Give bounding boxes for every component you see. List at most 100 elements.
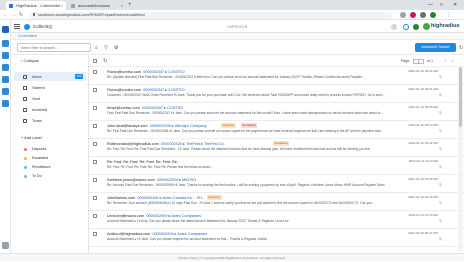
tag-escalated[interactable]: Escalated — [241, 123, 258, 128]
scrollbar-thumb[interactable] — [459, 67, 462, 127]
profile-avatar-icon[interactable] — [430, 12, 436, 18]
sidebar-item-trash[interactable]: Trash — [14, 116, 86, 125]
home-icon[interactable] — [2, 26, 9, 33]
search-input[interactable] — [17, 43, 91, 52]
bookmark-star-icon[interactable] — [400, 12, 406, 18]
email-subject: Re: First Past Due Reminder - 0000002436… — [107, 129, 384, 133]
attachment-icon: ⎘ — [439, 147, 442, 151]
collapse-button[interactable]: ‹ Collapse — [21, 58, 39, 64]
email-account[interactable]: 0000002436 ▸ Wendy's Company — [150, 124, 207, 128]
sidebar-item-starred[interactable]: Starred — [14, 83, 86, 92]
email-row[interactable]: Florau@contso.com 0000002347 ▸ CONTSO Cu… — [89, 85, 464, 103]
email-date: 2022-01-12 08:55 AM — [408, 105, 438, 109]
label-item-disputes[interactable]: Disputes — [14, 145, 86, 153]
row-checkbox[interactable] — [93, 214, 97, 218]
extension-icon[interactable] — [410, 12, 416, 18]
tag-disputes[interactable]: Disputes — [207, 195, 222, 200]
extensions-puzzle-icon[interactable] — [420, 12, 426, 18]
brand-logo-icon — [423, 23, 430, 30]
email-row[interactable]: Re: Fwd: Re: Fwd: Re: Fwd: Re: Fwd: Re: … — [89, 157, 464, 175]
email-row[interactable]: Rollerzchand@highradius.com 0000002420 ▸… — [89, 139, 464, 157]
tag-escalated[interactable]: Escalated — [273, 141, 290, 146]
email-date: 2022-01-10 04:03 PM — [408, 177, 438, 181]
email-account[interactable]: 0000002909 ▸ Aztec Companies — [146, 214, 201, 218]
advanced-search-button[interactable]: Advanced Search — [415, 43, 456, 52]
email-row[interactable]: John.deal@tamsys.com 0000002436 ▸ Wendy'… — [89, 121, 464, 139]
label-name: Escalated — [32, 156, 49, 160]
user-avatar[interactable] — [413, 23, 419, 30]
sidebar-item-label: Sent — [32, 96, 41, 101]
app-title: CollectIQ — [33, 24, 52, 29]
notifications-icon[interactable] — [391, 23, 397, 30]
tag-disputes[interactable]: Disputes — [221, 123, 236, 128]
email-account[interactable]: 0000002347 ▸ CONTSO — [143, 70, 184, 74]
app-header: INPROCS CollectIQ highradius — [11, 20, 464, 33]
email-account[interactable]: 0000002420 ▸ TheFirst ▸ TheFirst Co. — [161, 142, 225, 146]
prev-page-icon[interactable]: ‹ — [445, 55, 446, 67]
search-icon[interactable]: ⌕ — [95, 45, 98, 51]
help-circle-icon[interactable] — [403, 23, 409, 30]
email-account[interactable]: 0000004406 ▸ Aztec Canada Inc. - PH... — [137, 196, 205, 200]
email-account[interactable]: 0000002909 ▸ Aztec Companies — [152, 232, 207, 236]
new-tab-button[interactable]: + — [128, 1, 132, 9]
filter-icon[interactable]: ▽ — [104, 45, 108, 51]
browser-menu-icon[interactable]: ⋮ — [446, 11, 451, 19]
row-checkbox[interactable] — [93, 160, 97, 164]
email-row[interactable]: Amyx@contso.com 0000002347 ▸ CONTSO Fwd:… — [89, 103, 464, 121]
email-date: 2022-01-12 09:21 AM — [408, 87, 438, 91]
collapse-label: Collapse — [23, 58, 40, 63]
page-number-input[interactable]: 1 — [413, 58, 424, 64]
email-account[interactable]: 0000002347 ▸ CONTSO — [143, 88, 184, 92]
cloud-icon[interactable] — [2, 88, 9, 95]
attachment-icon: ⎘ — [439, 201, 442, 205]
email-row[interactable]: Florau@contso.com 0000002347 ▸ CONTSO Re… — [89, 67, 464, 85]
refresh-list-icon[interactable]: ↻ — [103, 58, 107, 64]
label-item-todo[interactable]: To Do — [14, 172, 86, 180]
email-icon[interactable] — [2, 40, 9, 47]
row-checkbox[interactable] — [93, 232, 97, 236]
next-page-icon[interactable]: › — [452, 55, 453, 67]
row-checkbox[interactable] — [93, 196, 97, 200]
email-row[interactable]: Kathleen.jones@macro.com 0000002909 ▸ MA… — [89, 175, 464, 193]
label-item-escalated[interactable]: Escalated — [14, 154, 86, 162]
row-checkbox[interactable] — [93, 106, 97, 110]
browser-tab[interactable]: accounts/Invoices × — [68, 1, 126, 10]
label-dot-icon — [24, 156, 27, 160]
row-checkbox[interactable] — [93, 178, 97, 182]
email-account[interactable]: 0000002347 ▸ CONTSO — [142, 106, 183, 110]
close-tab-icon[interactable]: × — [121, 1, 123, 10]
sidebar-item-inbox[interactable]: Inbox 100 — [14, 72, 86, 81]
email-account[interactable]: 0000002909 ▸ MACRO — [157, 178, 196, 182]
email-row[interactable]: Lena.lee@macro.com 0000002909 ▸ Aztec Co… — [89, 211, 464, 229]
minimize-button[interactable]: — — [428, 0, 433, 10]
help-icon[interactable] — [2, 242, 9, 249]
add-label-button[interactable]: + Add Label — [21, 135, 42, 141]
sidebar-item-archived[interactable]: Archived — [14, 105, 86, 114]
list-scrollbar[interactable] — [458, 67, 463, 251]
select-all-checkbox[interactable] — [93, 59, 97, 63]
settings-icon[interactable] — [2, 100, 9, 107]
row-checkbox[interactable] — [93, 70, 97, 74]
address-bar[interactable]: sandboxrc.cloudhighradius.com/RRMS/Prepa… — [30, 11, 392, 19]
reload-icon[interactable]: ↻ — [19, 11, 23, 19]
back-icon[interactable]: ← — [3, 11, 8, 19]
menu-icon[interactable] — [14, 24, 20, 29]
worklist-icon[interactable] — [2, 52, 9, 59]
email-sender: Florau@contso.com 0000002347 ▸ CONTSO — [107, 69, 185, 74]
row-checkbox[interactable] — [93, 142, 97, 146]
row-checkbox[interactable] — [93, 124, 97, 128]
filter-settings-icon[interactable]: ⚙ — [114, 45, 118, 51]
maximize-button[interactable]: □ — [440, 0, 443, 10]
browser-tab-active[interactable]: HighRadius - CollectIntel × — [6, 1, 66, 10]
close-tab-icon[interactable]: × — [61, 1, 63, 10]
email-row[interactable]: Ankita.d@highradius.com 0000002909 ▸ Azt… — [89, 229, 464, 247]
refresh-icon[interactable]: ↻ — [459, 45, 463, 51]
label-item-remittance[interactable]: Remittance — [14, 163, 86, 171]
calendar-icon[interactable] — [2, 64, 9, 71]
row-checkbox[interactable] — [93, 88, 97, 92]
forward-icon[interactable]: → — [11, 11, 16, 19]
email-row[interactable]: JohnBames.com 0000004406 ▸ Aztec Canada … — [89, 193, 464, 211]
close-window-button[interactable]: ✕ — [453, 0, 457, 10]
reports-icon[interactable] — [2, 76, 9, 83]
sidebar-item-sent[interactable]: Sent — [14, 94, 86, 103]
